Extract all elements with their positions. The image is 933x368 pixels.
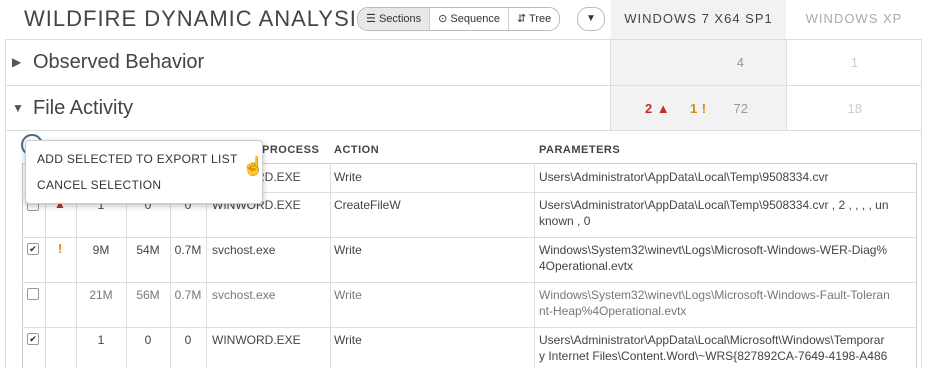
divider	[5, 39, 6, 368]
tab-windows-xp[interactable]: WINDOWS XP	[786, 0, 922, 37]
action-cell: Write	[334, 243, 362, 257]
count-cell: 0.7M	[174, 243, 202, 257]
row-checkbox[interactable]	[27, 288, 39, 300]
caret-down-icon[interactable]: ▼	[12, 101, 24, 115]
parameters-line: nt-Heap%4Operational.evtx	[539, 304, 687, 318]
view-sections-button[interactable]: ☰ Sections	[358, 8, 431, 30]
high-risk-badge: 2 ▲	[645, 100, 670, 118]
clock-icon: ⊙	[438, 13, 448, 25]
warning-triangle-icon: ▲	[656, 101, 670, 116]
parameters-line: known , 0	[539, 214, 591, 228]
tab-windows-7[interactable]: WINDOWS 7 X64 SP1	[611, 0, 786, 37]
divider	[786, 39, 787, 131]
action-cell: Write	[334, 170, 362, 184]
medium-risk-count: 1	[690, 101, 698, 116]
selection-menu: ADD SELECTED TO EXPORT LIST CANCEL SELEC…	[25, 140, 263, 204]
parameters-cell: Users\Administrator\AppData\Local\Micros…	[539, 332, 917, 364]
column-header-parameters[interactable]: PARAMETERS	[539, 144, 620, 156]
column-header-action[interactable]: ACTION	[334, 144, 379, 156]
parameters-line: Users\Administrator\AppData\Local\Temp\9…	[539, 198, 889, 212]
action-cell: Write	[334, 288, 362, 302]
column-header-process[interactable]: PROCESS	[262, 144, 319, 156]
xp-count: 18	[847, 101, 862, 116]
parameters-cell: Users\Administrator\AppData\Local\Temp\9…	[539, 197, 917, 229]
high-risk-count: 2	[645, 101, 653, 116]
parameters-line: Windows\System32\winevt\Logs\Microsoft-W…	[539, 243, 888, 257]
row-checkbox-checked[interactable]: ✔	[27, 333, 39, 345]
parameters-line: Users\Administrator\AppData\Local\Temp\9…	[539, 170, 829, 184]
count-cell: 0.7M	[174, 288, 202, 302]
parameters-line: 4Operational.evtx	[539, 259, 634, 273]
xp-count: 1	[850, 55, 858, 70]
view-switcher: ☰ Sections ⊙ Sequence ⇵ Tree	[357, 7, 561, 31]
caret-right-icon[interactable]: ▶	[12, 55, 21, 69]
action-cell: CreateFileW	[334, 198, 401, 212]
low-risk-count: 72	[733, 101, 748, 116]
filter-button[interactable]: ▼	[577, 7, 605, 31]
medium-risk-badge: 1 !	[690, 100, 706, 118]
table-left-border	[22, 163, 23, 368]
parameters-line: Users\Administrator\AppData\Local\Micros…	[539, 333, 885, 347]
process-cell: WINWORD.EXE	[212, 333, 301, 347]
count-cell: 56M	[136, 288, 160, 302]
add-to-export-list-item[interactable]: ADD SELECTED TO EXPORT LIST	[26, 152, 238, 166]
page-title: WILDFIRE DYNAMIC ANALYSIS	[24, 6, 373, 31]
column-divider	[330, 163, 331, 368]
funnel-icon: ▼	[586, 13, 596, 24]
section-file-activity[interactable]: File Activity	[33, 97, 133, 120]
process-cell: svchost.exe	[212, 288, 276, 302]
exclamation-icon: !	[58, 241, 63, 256]
divider	[5, 85, 922, 86]
exclamation-icon: !	[701, 101, 707, 116]
count-cell: 21M	[89, 288, 113, 302]
row-divider	[22, 327, 917, 328]
view-tree-button[interactable]: ⇵ Tree	[509, 8, 559, 30]
parameters-line: Windows\System32\winevt\Logs\Microsoft-W…	[539, 288, 890, 302]
count-cell: 1	[97, 333, 105, 347]
count-cell: 54M	[136, 243, 160, 257]
divider	[5, 130, 922, 131]
section-observed-behavior[interactable]: Observed Behavior	[33, 51, 204, 74]
parameters-cell: Users\Administrator\AppData\Local\Temp\9…	[539, 169, 917, 185]
hand-pointer-icon: ☝	[242, 156, 265, 176]
row-divider	[22, 237, 917, 238]
divider	[921, 39, 922, 368]
cancel-selection-item[interactable]: CANCEL SELECTION	[26, 178, 161, 192]
list-icon: ☰	[366, 13, 376, 25]
row-divider	[22, 282, 917, 283]
tree-icon: ⇵	[516, 13, 527, 25]
divider	[610, 39, 611, 131]
parameters-line: y Internet Files\Content.Word\~WRS{82789…	[539, 349, 888, 363]
count-cell: 0	[144, 333, 152, 347]
win7-count: 4	[736, 55, 744, 70]
process-cell: svchost.exe	[212, 243, 276, 257]
column-divider	[534, 163, 535, 368]
row-checkbox-checked[interactable]: ✔	[27, 243, 39, 255]
count-cell: 0	[184, 333, 192, 347]
view-sequence-button[interactable]: ⊙ Sequence	[430, 8, 509, 30]
parameters-cell: Windows\System32\winevt\Logs\Microsoft-W…	[539, 287, 917, 319]
divider	[5, 39, 922, 40]
count-cell: 9M	[92, 243, 110, 257]
parameters-cell: Windows\System32\winevt\Logs\Microsoft-W…	[539, 242, 917, 274]
action-cell: Write	[334, 333, 362, 347]
